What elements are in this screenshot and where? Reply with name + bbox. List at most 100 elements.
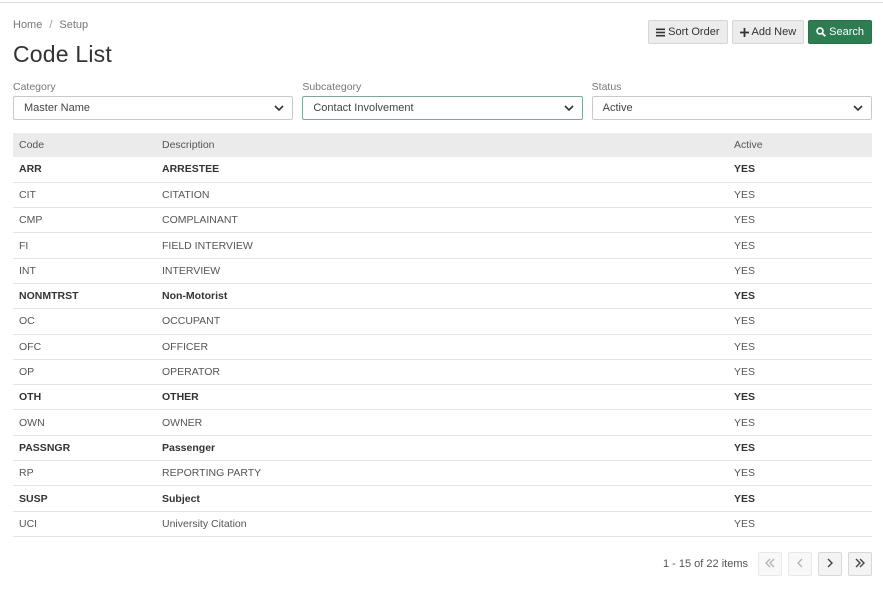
chevron-down-icon (564, 103, 574, 113)
cell-active: YES (734, 290, 756, 303)
cell-active: YES (734, 492, 756, 505)
category-select[interactable]: Master Name (13, 96, 294, 120)
column-header-description[interactable]: Description (156, 133, 728, 157)
category-value: Master Name (24, 102, 91, 114)
breadcrumb-home[interactable]: Home (13, 19, 42, 31)
cell-description: CITATION (162, 188, 210, 201)
cell-description: OWNER (162, 416, 203, 429)
cell-code: RP (19, 467, 34, 480)
table-row[interactable]: INT INTERVIEW YES (13, 258, 872, 284)
cell-code: CMP (19, 214, 43, 227)
cell-active: YES (734, 366, 756, 379)
cell-active: YES (734, 467, 756, 480)
cell-description: Subject (162, 492, 200, 505)
cell-description: REPORTING PARTY (162, 467, 262, 480)
breadcrumb: Home / Setup (13, 19, 88, 31)
table-row[interactable]: OP OPERATOR YES (13, 359, 872, 385)
table-row[interactable]: OFC OFFICER YES (13, 334, 872, 360)
cell-description: Non-Motorist (162, 290, 228, 303)
table-row[interactable]: RP REPORTING PARTY YES (13, 461, 872, 486)
cell-description: ARRESTEE (162, 163, 220, 176)
column-header-code[interactable]: Code (13, 133, 156, 157)
subcategory-select[interactable]: Contact Involvement (302, 96, 583, 120)
table-row[interactable]: UCI University Citation YES (13, 511, 872, 537)
table-row[interactable]: CIT CITATION YES (13, 182, 872, 208)
pager: 1 - 15 of 22 items (663, 552, 872, 576)
status-select[interactable]: Active (591, 96, 872, 120)
subcategory-value: Contact Involvement (313, 102, 414, 114)
list-icon (656, 28, 666, 37)
column-header-active[interactable]: Active (728, 133, 872, 157)
cell-description: INTERVIEW (162, 264, 221, 277)
page-title: Code List (13, 41, 112, 67)
cell-active: YES (734, 163, 756, 176)
cell-code: NONMTRST (19, 290, 79, 303)
subcategory-filter: Subcategory Contact Involvement (302, 81, 583, 120)
table-header-row: Code Description Active (13, 133, 872, 157)
table-row[interactable]: CMP COMPLAINANT YES (13, 208, 872, 233)
cell-description: OTHER (162, 391, 199, 404)
cell-active: YES (734, 239, 756, 252)
table-row[interactable]: PASSNGR Passenger YES (13, 435, 872, 461)
status-value: Active (602, 102, 633, 114)
cell-code: CIT (19, 188, 36, 201)
top-border (0, 0, 883, 3)
table-row[interactable]: ARR ARRESTEE YES (13, 157, 872, 183)
add-new-button[interactable]: Add New (731, 20, 805, 44)
table-row[interactable]: FI FIELD INTERVIEW YES (13, 233, 872, 259)
pager-info: 1 - 15 of 22 items (663, 558, 748, 570)
search-icon (816, 27, 827, 37)
filter-bar: Category Master Name Subcategory Contact… (13, 81, 872, 120)
previous-page-button[interactable] (788, 552, 812, 576)
cell-code: FI (19, 239, 29, 252)
table-row[interactable]: OC OCCUPANT YES (13, 309, 872, 335)
cell-description: Passenger (162, 441, 216, 454)
cell-code: PASSNGR (19, 441, 71, 454)
table-row[interactable]: NONMTRST Non-Motorist YES (13, 283, 872, 309)
cell-active: YES (734, 188, 756, 201)
cell-code: OC (19, 315, 35, 328)
search-label: Search (829, 26, 864, 38)
cell-active: YES (734, 214, 756, 227)
cell-description: OCCUPANT (162, 315, 221, 328)
code-list-table: Code Description Active ARR ARRESTEE YES CI… (13, 133, 872, 537)
last-page-button[interactable] (848, 552, 872, 576)
sort-order-button[interactable]: Sort Order (648, 20, 728, 44)
cell-active: YES (734, 315, 756, 328)
double-chevron-left-icon (765, 555, 775, 573)
cell-code: SUSP (19, 492, 48, 505)
first-page-button[interactable] (758, 552, 782, 576)
table-row[interactable]: OWN OWNER YES (13, 410, 872, 436)
breadcrumb-separator: / (49, 19, 53, 31)
sort-order-label: Sort Order (668, 26, 720, 38)
cell-active: YES (734, 517, 756, 530)
status-label: Status (591, 81, 622, 93)
cell-description: University Citation (162, 517, 247, 530)
table-body: ARR ARRESTEE YES CIT CITATION YES CMP COMPLAINA… (13, 157, 872, 537)
cell-code: INT (19, 264, 36, 277)
cell-active: YES (734, 264, 756, 277)
toolbar: Sort Order Add New Search (648, 20, 872, 44)
cell-description: OFFICER (162, 340, 209, 353)
next-page-button[interactable] (818, 552, 842, 576)
cell-code: OTH (19, 391, 42, 404)
cell-description: FIELD INTERVIEW (162, 239, 253, 252)
breadcrumb-current[interactable]: Setup (59, 19, 88, 31)
plus-icon (739, 27, 749, 37)
table-row[interactable]: SUSP Subject YES (13, 486, 872, 512)
add-new-label: Add New (751, 26, 797, 38)
chevron-right-icon (825, 555, 835, 573)
cell-code: OWN (19, 416, 45, 429)
category-filter: Category Master Name (13, 81, 294, 120)
cell-active: YES (734, 391, 756, 404)
cell-description: OPERATOR (162, 366, 220, 379)
cell-description: COMPLAINANT (162, 214, 238, 227)
cell-active: YES (734, 416, 756, 429)
chevron-down-icon (274, 103, 284, 113)
table-row[interactable]: OTH OTHER YES (13, 385, 872, 410)
cell-active: YES (734, 441, 756, 454)
cell-code: ARR (19, 163, 42, 176)
search-button[interactable]: Search (808, 20, 872, 44)
category-label: Category (13, 81, 56, 93)
chevron-left-icon (795, 555, 805, 573)
